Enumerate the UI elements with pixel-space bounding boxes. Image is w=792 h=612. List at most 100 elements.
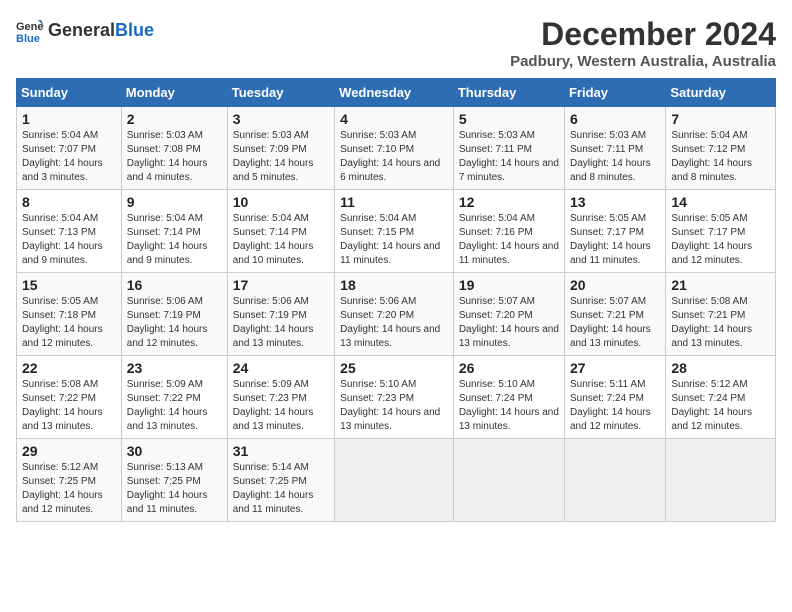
day-number: 7 [671, 111, 770, 127]
day-cell: 19 Sunrise: 5:07 AMSunset: 7:20 PMDaylig… [453, 273, 564, 356]
day-info: Sunrise: 5:06 AMSunset: 7:19 PMDaylight:… [233, 296, 314, 349]
day-info: Sunrise: 5:05 AMSunset: 7:17 PMDaylight:… [570, 213, 651, 266]
day-info: Sunrise: 5:06 AMSunset: 7:20 PMDaylight:… [340, 296, 440, 349]
day-cell: 9 Sunrise: 5:04 AMSunset: 7:14 PMDayligh… [121, 190, 227, 273]
day-cell: 13 Sunrise: 5:05 AMSunset: 7:17 PMDaylig… [564, 190, 665, 273]
day-info: Sunrise: 5:03 AMSunset: 7:09 PMDaylight:… [233, 130, 314, 183]
day-info: Sunrise: 5:08 AMSunset: 7:21 PMDaylight:… [671, 296, 752, 349]
day-cell: 11 Sunrise: 5:04 AMSunset: 7:15 PMDaylig… [335, 190, 454, 273]
day-info: Sunrise: 5:03 AMSunset: 7:11 PMDaylight:… [570, 130, 651, 183]
day-cell [453, 439, 564, 522]
day-cell: 27 Sunrise: 5:11 AMSunset: 7:24 PMDaylig… [564, 356, 665, 439]
day-number: 12 [459, 194, 559, 210]
day-cell [666, 439, 776, 522]
day-info: Sunrise: 5:04 AMSunset: 7:14 PMDaylight:… [127, 213, 208, 266]
col-header-tuesday: Tuesday [227, 79, 334, 107]
day-number: 25 [340, 360, 448, 376]
day-info: Sunrise: 5:04 AMSunset: 7:07 PMDaylight:… [22, 130, 103, 183]
day-number: 21 [671, 277, 770, 293]
logo-blue: Blue [115, 20, 154, 41]
header-row: SundayMondayTuesdayWednesdayThursdayFrid… [17, 79, 776, 107]
day-number: 8 [22, 194, 116, 210]
logo-general: General [48, 20, 115, 41]
day-cell: 28 Sunrise: 5:12 AMSunset: 7:24 PMDaylig… [666, 356, 776, 439]
day-number: 9 [127, 194, 222, 210]
day-number: 22 [22, 360, 116, 376]
day-cell: 1 Sunrise: 5:04 AMSunset: 7:07 PMDayligh… [17, 107, 122, 190]
day-number: 11 [340, 194, 448, 210]
day-number: 20 [570, 277, 660, 293]
day-number: 10 [233, 194, 329, 210]
subtitle: Padbury, Western Australia, Australia [510, 53, 776, 70]
day-cell: 30 Sunrise: 5:13 AMSunset: 7:25 PMDaylig… [121, 439, 227, 522]
calendar-table: SundayMondayTuesdayWednesdayThursdayFrid… [16, 78, 776, 522]
col-header-sunday: Sunday [17, 79, 122, 107]
day-cell: 31 Sunrise: 5:14 AMSunset: 7:25 PMDaylig… [227, 439, 334, 522]
day-cell: 24 Sunrise: 5:09 AMSunset: 7:23 PMDaylig… [227, 356, 334, 439]
day-cell: 10 Sunrise: 5:04 AMSunset: 7:14 PMDaylig… [227, 190, 334, 273]
col-header-wednesday: Wednesday [335, 79, 454, 107]
day-cell: 6 Sunrise: 5:03 AMSunset: 7:11 PMDayligh… [564, 107, 665, 190]
day-cell: 7 Sunrise: 5:04 AMSunset: 7:12 PMDayligh… [666, 107, 776, 190]
week-row-2: 15 Sunrise: 5:05 AMSunset: 7:18 PMDaylig… [17, 273, 776, 356]
header: General Blue GeneralBlue December 2024 P… [16, 16, 776, 70]
title-block: December 2024 Padbury, Western Australia… [510, 16, 776, 70]
day-cell: 26 Sunrise: 5:10 AMSunset: 7:24 PMDaylig… [453, 356, 564, 439]
day-info: Sunrise: 5:03 AMSunset: 7:10 PMDaylight:… [340, 130, 440, 183]
day-info: Sunrise: 5:08 AMSunset: 7:22 PMDaylight:… [22, 379, 103, 432]
day-number: 23 [127, 360, 222, 376]
day-number: 31 [233, 443, 329, 459]
day-info: Sunrise: 5:04 AMSunset: 7:14 PMDaylight:… [233, 213, 314, 266]
day-number: 1 [22, 111, 116, 127]
day-number: 24 [233, 360, 329, 376]
day-cell: 5 Sunrise: 5:03 AMSunset: 7:11 PMDayligh… [453, 107, 564, 190]
day-info: Sunrise: 5:06 AMSunset: 7:19 PMDaylight:… [127, 296, 208, 349]
day-info: Sunrise: 5:14 AMSunset: 7:25 PMDaylight:… [233, 462, 314, 515]
day-cell: 29 Sunrise: 5:12 AMSunset: 7:25 PMDaylig… [17, 439, 122, 522]
day-info: Sunrise: 5:03 AMSunset: 7:11 PMDaylight:… [459, 130, 559, 183]
day-cell: 14 Sunrise: 5:05 AMSunset: 7:17 PMDaylig… [666, 190, 776, 273]
day-info: Sunrise: 5:04 AMSunset: 7:13 PMDaylight:… [22, 213, 103, 266]
day-info: Sunrise: 5:04 AMSunset: 7:12 PMDaylight:… [671, 130, 752, 183]
day-cell: 25 Sunrise: 5:10 AMSunset: 7:23 PMDaylig… [335, 356, 454, 439]
day-number: 19 [459, 277, 559, 293]
day-info: Sunrise: 5:07 AMSunset: 7:20 PMDaylight:… [459, 296, 559, 349]
day-number: 29 [22, 443, 116, 459]
col-header-friday: Friday [564, 79, 665, 107]
day-number: 28 [671, 360, 770, 376]
week-row-1: 8 Sunrise: 5:04 AMSunset: 7:13 PMDayligh… [17, 190, 776, 273]
svg-text:Blue: Blue [16, 33, 40, 44]
day-info: Sunrise: 5:11 AMSunset: 7:24 PMDaylight:… [570, 379, 651, 432]
day-cell: 2 Sunrise: 5:03 AMSunset: 7:08 PMDayligh… [121, 107, 227, 190]
col-header-saturday: Saturday [666, 79, 776, 107]
week-row-4: 29 Sunrise: 5:12 AMSunset: 7:25 PMDaylig… [17, 439, 776, 522]
day-cell: 18 Sunrise: 5:06 AMSunset: 7:20 PMDaylig… [335, 273, 454, 356]
day-cell: 15 Sunrise: 5:05 AMSunset: 7:18 PMDaylig… [17, 273, 122, 356]
day-info: Sunrise: 5:03 AMSunset: 7:08 PMDaylight:… [127, 130, 208, 183]
day-number: 2 [127, 111, 222, 127]
day-cell: 21 Sunrise: 5:08 AMSunset: 7:21 PMDaylig… [666, 273, 776, 356]
week-row-3: 22 Sunrise: 5:08 AMSunset: 7:22 PMDaylig… [17, 356, 776, 439]
day-info: Sunrise: 5:13 AMSunset: 7:25 PMDaylight:… [127, 462, 208, 515]
day-number: 5 [459, 111, 559, 127]
day-number: 6 [570, 111, 660, 127]
day-cell: 16 Sunrise: 5:06 AMSunset: 7:19 PMDaylig… [121, 273, 227, 356]
day-cell: 20 Sunrise: 5:07 AMSunset: 7:21 PMDaylig… [564, 273, 665, 356]
main-title: December 2024 [510, 16, 776, 53]
day-number: 17 [233, 277, 329, 293]
week-row-0: 1 Sunrise: 5:04 AMSunset: 7:07 PMDayligh… [17, 107, 776, 190]
col-header-thursday: Thursday [453, 79, 564, 107]
day-number: 30 [127, 443, 222, 459]
day-number: 18 [340, 277, 448, 293]
day-number: 16 [127, 277, 222, 293]
day-cell [335, 439, 454, 522]
day-number: 14 [671, 194, 770, 210]
day-info: Sunrise: 5:12 AMSunset: 7:25 PMDaylight:… [22, 462, 103, 515]
logo: General Blue GeneralBlue [16, 16, 154, 44]
day-cell: 3 Sunrise: 5:03 AMSunset: 7:09 PMDayligh… [227, 107, 334, 190]
day-info: Sunrise: 5:04 AMSunset: 7:15 PMDaylight:… [340, 213, 440, 266]
day-cell: 17 Sunrise: 5:06 AMSunset: 7:19 PMDaylig… [227, 273, 334, 356]
day-number: 4 [340, 111, 448, 127]
day-cell: 12 Sunrise: 5:04 AMSunset: 7:16 PMDaylig… [453, 190, 564, 273]
col-header-monday: Monday [121, 79, 227, 107]
